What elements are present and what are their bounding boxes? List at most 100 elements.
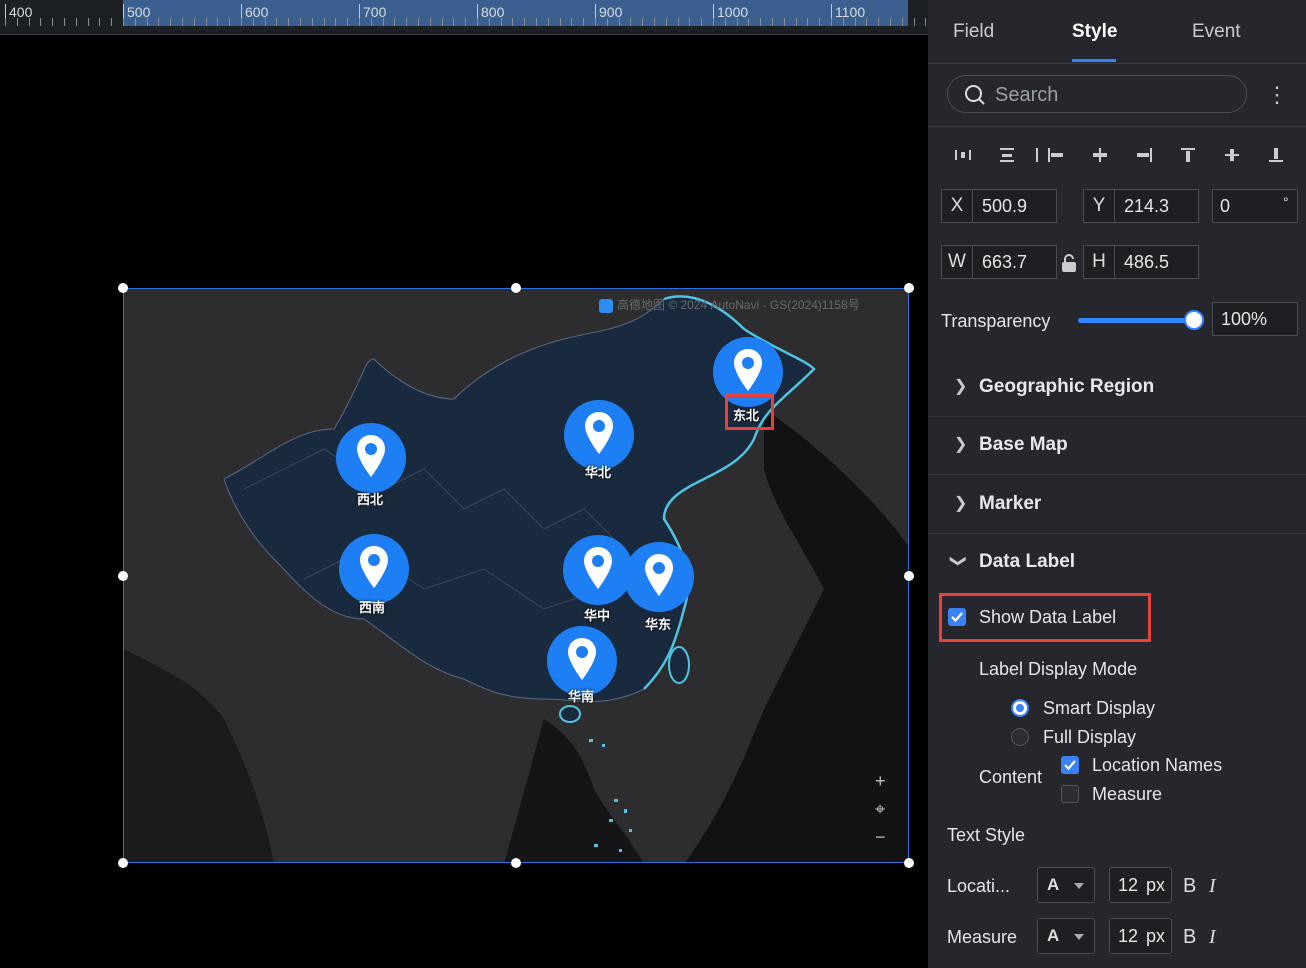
height-field[interactable]: H 486.5 (1083, 245, 1199, 279)
x-value[interactable]: 500.9 (982, 196, 1027, 217)
x-label: X (942, 190, 973, 222)
ruler-minor-tick (217, 18, 218, 26)
search-input[interactable]: Search (947, 75, 1247, 113)
transparency-slider-handle[interactable] (1184, 310, 1204, 330)
section-base-map[interactable]: ❯ Base Map (928, 416, 1306, 475)
ruler-minor-tick (619, 18, 620, 26)
resize-handle-bottom[interactable] (511, 858, 521, 868)
rotation-value[interactable]: 0 (1220, 196, 1230, 217)
ruler-minor-tick (902, 18, 903, 26)
align-top-icon[interactable] (1178, 146, 1198, 164)
transparency-input[interactable]: 100% (1212, 302, 1298, 336)
rotation-field[interactable]: 0 ° (1212, 189, 1298, 223)
show-data-label-checkbox[interactable] (948, 608, 966, 626)
align-center-vertical-icon[interactable] (1222, 146, 1242, 164)
ruler-minor-tick (548, 18, 549, 26)
map-marker[interactable] (564, 400, 634, 470)
map-marker[interactable] (624, 542, 694, 612)
align-right-icon[interactable] (1134, 146, 1154, 164)
zoom-in-button[interactable]: + (875, 771, 886, 792)
resize-handle-top[interactable] (511, 283, 521, 293)
align-center-horizontal-icon[interactable] (1090, 146, 1110, 164)
search-icon (965, 85, 985, 105)
ruler-minor-tick (300, 18, 301, 26)
ruler-minor-tick (571, 18, 572, 26)
align-left-icon[interactable] (1046, 146, 1066, 164)
ruler-minor-tick (406, 18, 407, 26)
location-pin-icon (734, 349, 762, 391)
location-names-checkbox[interactable] (1061, 756, 1079, 774)
y-field[interactable]: Y 214.3 (1083, 189, 1199, 223)
locate-icon[interactable]: ⌖ (875, 799, 885, 820)
ruler-minor-tick (512, 18, 513, 26)
ruler-minor-tick (182, 18, 183, 26)
location-pin-icon (568, 638, 596, 680)
ruler-minor-tick (784, 18, 785, 26)
map-widget[interactable]: 高德地图 © 2024 AutoNavi - GS(2024)1158号 东北 … (123, 288, 909, 863)
resize-handle-right[interactable] (904, 571, 914, 581)
bold-button[interactable]: B (1183, 926, 1196, 949)
tab-style[interactable]: Style (1072, 21, 1117, 43)
location-pin-icon (585, 412, 613, 454)
ruler-minor-tick (914, 18, 915, 26)
zoom-out-button[interactable]: − (875, 827, 886, 848)
h-value[interactable]: 486.5 (1124, 252, 1169, 273)
checkmark-icon (951, 612, 963, 623)
map-marker[interactable] (336, 423, 406, 493)
font-glyph: A (1047, 926, 1060, 945)
ruler-minor-tick (701, 18, 702, 26)
section-data-label[interactable]: ❯ Data Label (928, 533, 1306, 591)
ruler-label: 1000 (717, 4, 749, 20)
resize-handle-top-right[interactable] (904, 283, 914, 293)
section-title: Geographic Region (979, 376, 1155, 397)
map-marker[interactable] (339, 534, 409, 604)
measure-checkbox[interactable] (1061, 785, 1079, 803)
align-bottom-icon[interactable] (1266, 146, 1286, 164)
font-size-value[interactable]: 12 (1118, 875, 1138, 896)
transparency-slider-track[interactable] (1078, 318, 1196, 323)
x-field[interactable]: X 500.9 (941, 189, 1057, 223)
italic-button[interactable]: I (1209, 875, 1216, 898)
map-attribution: 高德地图 © 2024 AutoNavi - GS(2024)1158号 (599, 296, 860, 313)
resize-handle-left[interactable] (118, 571, 128, 581)
ruler-minor-tick (135, 18, 136, 26)
location-font-color-select[interactable]: A (1037, 867, 1095, 903)
divider (928, 126, 1306, 127)
section-geographic-region[interactable]: ❯ Geographic Region (928, 358, 1306, 417)
label-display-mode-label: Label Display Mode (979, 659, 1138, 679)
ruler-label: 1100 (835, 4, 866, 20)
more-options-icon[interactable]: ⋮ (1266, 82, 1288, 108)
properties-panel: Field Style Event Search ⋮ X 500.9 Y 214… (928, 0, 1306, 968)
chevron-right-icon: ❯ (954, 378, 968, 395)
ruler-minor-tick (64, 18, 65, 26)
italic-button[interactable]: I (1209, 926, 1216, 949)
ruler-minor-tick (288, 18, 289, 26)
map-marker[interactable] (563, 535, 633, 605)
font-size-value[interactable]: 12 (1118, 926, 1138, 947)
y-value[interactable]: 214.3 (1124, 196, 1169, 217)
tab-event[interactable]: Event (1192, 21, 1241, 43)
measure-font-size-input[interactable]: 12 px (1109, 918, 1172, 954)
location-font-size-input[interactable]: 12 px (1109, 867, 1172, 903)
ruler-minor-tick (465, 18, 466, 26)
ruler-minor-tick (796, 18, 797, 26)
distribute-horizontal-icon[interactable] (953, 146, 973, 164)
bold-button[interactable]: B (1183, 875, 1196, 898)
resize-handle-bottom-right[interactable] (904, 858, 914, 868)
ruler-minor-tick (99, 18, 100, 26)
resize-handle-bottom-left[interactable] (118, 858, 128, 868)
lock-icon[interactable] (1060, 253, 1078, 273)
section-marker[interactable]: ❯ Marker (928, 475, 1306, 534)
transparency-value[interactable]: 100% (1221, 309, 1267, 330)
measure-font-color-select[interactable]: A (1037, 918, 1095, 954)
distribute-vertical-icon[interactable] (997, 146, 1017, 164)
width-field[interactable]: W 663.7 (941, 245, 1057, 279)
ruler-minor-tick (524, 18, 525, 26)
smart-display-radio[interactable] (1011, 699, 1029, 717)
w-value[interactable]: 663.7 (982, 252, 1027, 273)
tab-field[interactable]: Field (953, 21, 994, 43)
ruler-minor-tick (253, 18, 254, 26)
full-display-radio[interactable] (1011, 728, 1029, 746)
marker-label: 华中 (584, 608, 611, 623)
resize-handle-top-left[interactable] (118, 283, 128, 293)
